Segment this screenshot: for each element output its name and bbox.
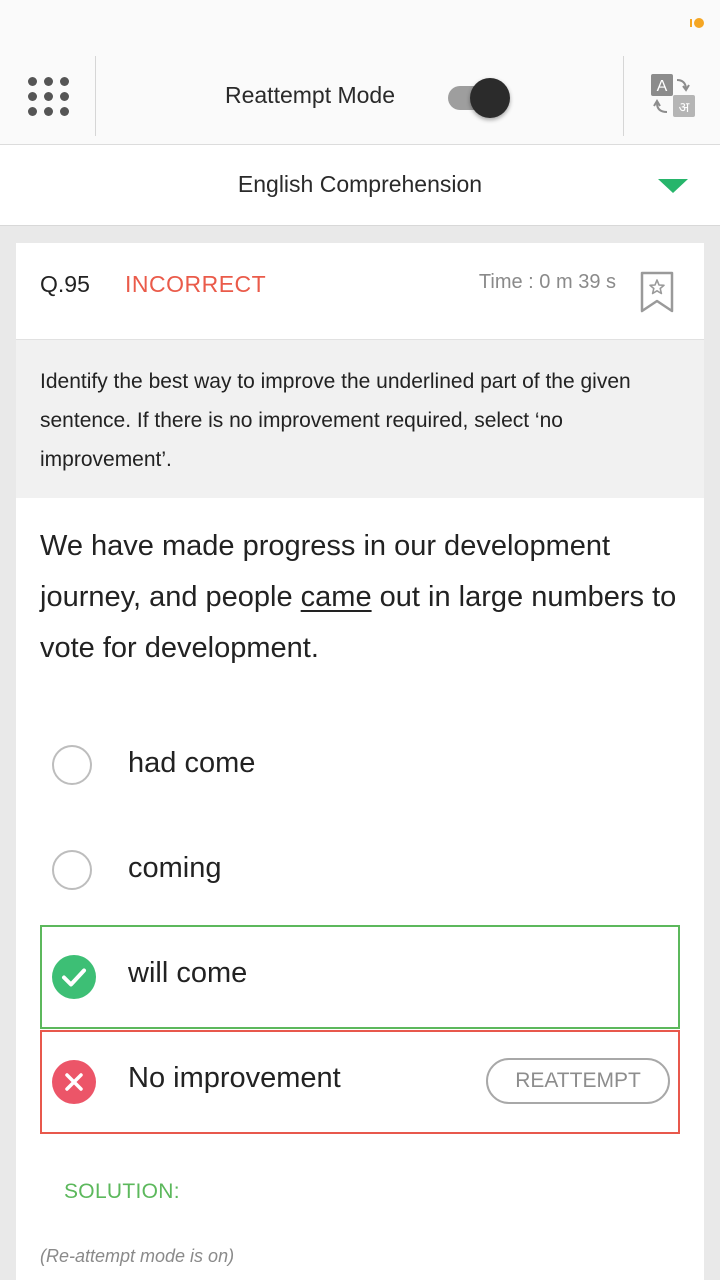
- section-title: English Comprehension: [237, 171, 483, 197]
- notification-dot-icon: [690, 18, 704, 28]
- question-grid-menu-icon[interactable]: [20, 72, 76, 120]
- status-badge: INCORRECT: [125, 271, 267, 297]
- option-1[interactable]: had come: [40, 715, 680, 819]
- radio-button[interactable]: [52, 850, 92, 890]
- reattempt-button[interactable]: REATTEMPT: [486, 1058, 670, 1104]
- svg-text:A: A: [657, 78, 668, 95]
- divider: [95, 56, 96, 136]
- reattempt-mode-toggle[interactable]: [446, 78, 512, 118]
- check-circle-icon: [52, 955, 96, 999]
- option-label: No improvement: [128, 1062, 341, 1094]
- question-number: Q.95: [40, 271, 90, 297]
- reattempt-mode-label: Reattempt Mode: [224, 82, 396, 108]
- reattempt-note: (Re-attempt mode is on): [40, 1246, 235, 1266]
- status-bar: [0, 0, 720, 44]
- question-instruction: Identify the best way to improve the und…: [16, 340, 704, 498]
- top-bar: Reattempt Mode A अ: [0, 44, 720, 145]
- instruction-text: Identify the best way to improve the und…: [40, 370, 631, 471]
- bookmark-icon[interactable]: [640, 271, 674, 313]
- question-sentence: We have made progress in our development…: [40, 521, 690, 674]
- option-4-wrong[interactable]: No improvement REATTEMPT: [40, 1030, 680, 1134]
- translate-language-icon[interactable]: A अ: [648, 72, 696, 120]
- time-taken: Time : 0 m 39 s: [478, 271, 616, 293]
- option-label: will come: [128, 957, 248, 989]
- solution-heading: SOLUTION:: [64, 1180, 180, 1203]
- option-2[interactable]: coming: [40, 820, 680, 924]
- svg-text:अ: अ: [679, 100, 690, 116]
- question-header: Q.95 INCORRECT Time : 0 m 39 s: [16, 243, 704, 340]
- underlined-part: came: [300, 581, 372, 613]
- dropdown-arrow-icon[interactable]: [658, 179, 688, 193]
- option-3-correct[interactable]: will come: [40, 925, 680, 1029]
- option-label: coming: [128, 852, 222, 884]
- radio-button[interactable]: [52, 745, 92, 785]
- divider: [623, 56, 624, 136]
- question-card: Q.95 INCORRECT Time : 0 m 39 s Identify …: [16, 243, 704, 1280]
- section-selector[interactable]: English Comprehension: [0, 145, 720, 226]
- cross-circle-icon: [52, 1060, 96, 1104]
- option-label: had come: [128, 747, 256, 779]
